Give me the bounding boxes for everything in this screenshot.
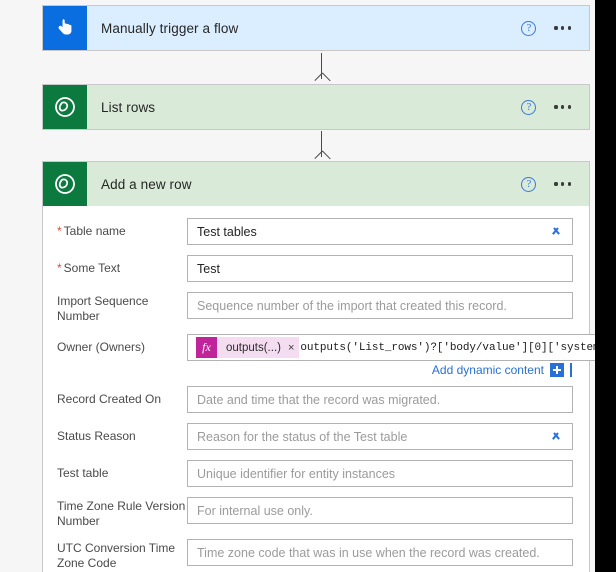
field-record-created-on: Record Created On Date and time that the… [55,386,573,413]
placeholder-text: Reason for the status of the Test table [197,429,408,444]
flow-designer-canvas: Manually trigger a flow ? List rows ? Ad… [0,0,595,572]
field-control: Test tables [187,218,573,245]
time-zone-rule-version-number-input[interactable]: For internal use only. [187,497,573,524]
more-options-icon[interactable] [554,105,571,109]
field-control: fx outputs(...) × outputs('List_rows')?[… [187,334,595,361]
node-header[interactable]: Manually trigger a flow ? [43,6,589,50]
formula-expression: outputs('List_rows')?['body/value'][0]['… [300,341,595,354]
utc-conversion-time-zone-code-input[interactable]: Time zone code that was in use when the … [187,539,573,566]
plus-icon[interactable] [550,363,564,377]
field-label: Status Reason [57,429,136,443]
field-some-text: * Some Text Test [55,255,573,282]
field-control: Unique identifier for entity instances [187,460,573,487]
connector-arrow-2 [315,131,329,165]
node-title: Manually trigger a flow [101,20,239,36]
field-control: Date and time that the record was migrat… [187,386,573,413]
add-dynamic-content-link[interactable]: Add dynamic content [432,363,544,377]
node-form: * Table name Test tables * Some Text Test [43,206,595,572]
chevron-down-icon[interactable] [550,432,561,443]
selected-value: Test tables [197,224,257,239]
field-time-zone-rule-version-number: Time Zone Rule Version Number For intern… [55,497,573,529]
node-header-tools: ? [521,99,589,115]
field-label: Time Zone Rule Version Number [57,499,186,528]
required-asterisk: * [57,261,62,275]
flow-node-add-a-new-row[interactable]: Add a new row ? * Table name Test tables … [42,161,595,572]
placeholder-text: Date and time that the record was migrat… [197,392,441,407]
node-header[interactable]: Add a new row ? [43,162,589,206]
chevron-down-icon[interactable] [550,227,561,238]
field-utc-conversion-time-zone-code: UTC Conversion Time Zone Code Time zone … [55,539,573,571]
field-label: Owner (Owners) [57,340,146,354]
fx-icon: fx [196,337,217,358]
field-control: For internal use only. [187,497,573,524]
status-reason-dropdown[interactable]: Reason for the status of the Test table [187,423,573,450]
test-table-input[interactable]: Unique identifier for entity instances [187,460,573,487]
dataverse-icon [43,162,87,206]
node-title: List rows [101,99,156,115]
flow-node-list-rows[interactable]: List rows ? [42,84,590,130]
field-control: Time zone code that was in use when the … [187,539,573,566]
some-text-input[interactable]: Test [187,255,573,282]
field-import-sequence-number: Import Sequence Number Sequence number o… [55,292,573,324]
field-test-table: Test table Unique identifier for entity … [55,460,573,487]
field-label: * Table name [57,224,126,238]
field-status-reason: Status Reason Reason for the status of t… [55,423,573,450]
field-label: UTC Conversion Time Zone Code [57,541,176,570]
required-asterisk: * [57,224,62,238]
cursor-caret [570,363,572,377]
more-options-icon[interactable] [554,26,571,30]
input-value: Test [197,261,220,276]
field-label: Test table [57,466,109,480]
field-control: Sequence number of the import that creat… [187,292,573,319]
placeholder-text: For internal use only. [197,503,313,518]
placeholder-text: Sequence number of the import that creat… [197,298,507,313]
record-created-on-input[interactable]: Date and time that the record was migrat… [187,386,573,413]
placeholder-text: Unique identifier for entity instances [197,466,396,481]
node-header[interactable]: List rows ? [43,85,589,129]
field-table-name: * Table name Test tables [55,218,573,245]
help-icon[interactable]: ? [521,176,537,192]
field-control: Test [187,255,573,282]
add-dynamic-content-row: Add dynamic content [55,363,573,377]
dynamic-content-token[interactable]: fx outputs(...) × [196,337,300,358]
help-icon[interactable]: ? [521,99,537,115]
import-sequence-number-input[interactable]: Sequence number of the import that creat… [187,292,573,319]
field-control: Reason for the status of the Test table [187,423,573,450]
connector-arrow-1 [315,53,329,87]
more-options-icon[interactable] [554,182,571,186]
table-name-dropdown[interactable]: Test tables [187,218,573,245]
placeholder-text: Time zone code that was in use when the … [197,545,540,560]
node-header-tools: ? [521,20,589,36]
node-title: Add a new row [101,176,192,192]
field-label: Record Created On [57,392,162,406]
field-label: * Some Text [57,261,121,275]
node-header-tools: ? [521,176,589,192]
tap-hand-icon [43,6,87,50]
owner-input[interactable]: fx outputs(...) × outputs('List_rows')?[… [187,334,595,361]
flow-node-manually-trigger-a-flow[interactable]: Manually trigger a flow ? [42,5,590,51]
screenshot-edge-crop [595,0,616,572]
token-label: outputs(...) [226,341,281,354]
field-label: Import Sequence Number [57,294,149,323]
dataverse-icon [43,85,87,129]
help-icon[interactable]: ? [521,20,537,36]
close-icon[interactable]: × [288,337,299,358]
field-owner: Owner (Owners) fx outputs(...) × outputs… [55,334,595,361]
